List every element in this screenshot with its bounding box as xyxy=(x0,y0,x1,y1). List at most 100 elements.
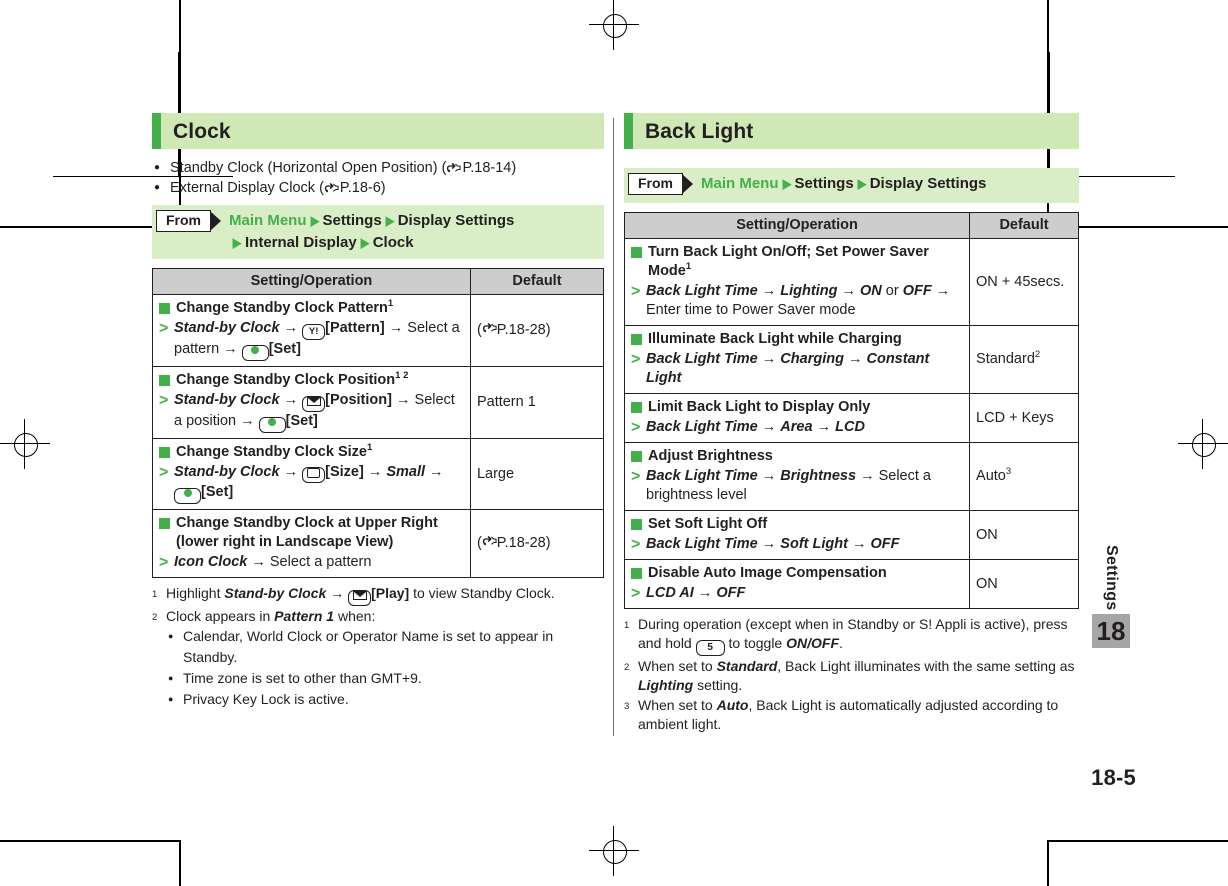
manual-page: Clock Standby Clock (Horizontal Open Pos… xyxy=(0,0,1228,886)
cell-operation: Limit Back Light to Display Only > Back Li… xyxy=(623,393,971,443)
nav-path-segment: Display Settings xyxy=(397,212,515,229)
cell-operation: Change Standby Clock at Upper Right (low… xyxy=(152,509,471,578)
crop-mark-bl-v xyxy=(179,840,181,886)
section-title: Back Light xyxy=(645,119,754,143)
cell-default: ON xyxy=(969,559,1079,609)
nav-path-segment: Settings xyxy=(794,175,854,192)
from-nav-strip-backlight: From Main Menu ▶ Settings ▶ Display Settings xyxy=(624,168,1079,203)
footnote-marker: 2 xyxy=(1034,349,1041,361)
operation-steps: > Icon Clock → Select a pattern xyxy=(159,554,372,571)
nav-path-segment: Display Settings xyxy=(869,175,987,192)
cell-default: Standard2 xyxy=(969,325,1079,394)
registration-mark-top xyxy=(589,0,639,50)
registration-mark-right xyxy=(1178,419,1228,469)
crop-mark-br-v xyxy=(1047,840,1049,886)
right-column: Back Light From Main Menu ▶ Settings ▶ Displ… xyxy=(623,113,1079,735)
crop-mark-bl-h xyxy=(0,840,180,842)
cell-default: Large xyxy=(469,438,605,510)
operation-title: Change Standby Clock Pattern1 xyxy=(158,299,466,318)
operation-steps: > Back Light Time → Area → LCD xyxy=(631,419,865,436)
cell-operation: Disable Auto Image Compensation > LCD AI →… xyxy=(623,559,971,609)
footnote: 1 Highlight Stand-by Clock → [Play] to vi… xyxy=(152,584,604,606)
nav-path-segment: Clock xyxy=(372,234,414,251)
footnote-text: During operation (except when in Standby… xyxy=(638,615,1079,656)
footnote-marker: 3 xyxy=(624,701,630,712)
path-arrow-icon: ▶ xyxy=(232,235,242,250)
step-marker-icon: > xyxy=(631,419,641,436)
cell-operation: Change Standby Clock Size1 > Stand-by Cloc… xyxy=(152,438,471,510)
chapter-name: Settings xyxy=(1103,545,1120,611)
table-header-row: Setting/Operation Default xyxy=(152,268,605,295)
section-title: Clock xyxy=(173,119,231,143)
col-header-default: Default xyxy=(969,212,1079,239)
step-marker-icon: > xyxy=(631,536,641,553)
nav-path-segment: Main Menu xyxy=(701,175,779,192)
reference-hand-icon xyxy=(482,322,497,338)
default-value: Auto3 xyxy=(976,466,1012,484)
cell-operation: Illuminate Back Light while Charging > Bac… xyxy=(623,325,971,394)
default-value: (P.18-28) xyxy=(476,535,551,551)
accent-bar xyxy=(152,113,161,149)
from-nav-strip-clock: From Main Menu ▶ Settings ▶ Display Settings… xyxy=(152,205,604,259)
page-reference: P.18-14 xyxy=(462,160,512,176)
default-value: ON + 45secs. xyxy=(976,273,1065,290)
green-square-icon xyxy=(631,451,642,462)
operation-steps: > Back Light Time → Brightness → Select a… xyxy=(631,468,931,503)
footnote-marker: 3 xyxy=(1005,466,1012,478)
table-row: Illuminate Back Light while Charging > Bac… xyxy=(623,325,1079,394)
default-value: (P.18-28) xyxy=(476,322,551,338)
reference-hand-icon xyxy=(446,160,462,173)
green-square-icon xyxy=(631,334,642,345)
path-arrow-icon: ▶ xyxy=(360,235,369,250)
step-marker-icon: > xyxy=(631,468,641,485)
default-value: Pattern 1 xyxy=(476,394,536,410)
operation-title: Change Standby Clock Position1 2 xyxy=(158,371,466,390)
list-item: Calendar, World Clock or Operator Name i… xyxy=(166,626,604,668)
operation-steps: > Back Light Time → Soft Light → OFF xyxy=(631,536,900,553)
operation-steps: > Stand-by Clock → Y! [Pattern] → Select a… xyxy=(158,319,466,361)
column-divider xyxy=(613,118,614,736)
table-row: Set Soft Light Off > Back Light Time → Sof… xyxy=(623,510,1079,560)
from-label: From xyxy=(156,210,211,232)
operation-steps: > LCD AI → OFF xyxy=(631,585,746,602)
col-header-operation: Setting/Operation xyxy=(623,212,971,239)
table-row: Limit Back Light to Display Only > Back Li… xyxy=(623,393,1079,443)
reference-hand-icon xyxy=(482,535,497,551)
green-square-icon xyxy=(159,447,170,458)
table-row: Adjust Brightness > Back Light Time → Brig… xyxy=(623,442,1079,511)
from-path-backlight: Main Menu ▶ Settings ▶ Display Settings xyxy=(701,172,986,195)
step-marker-icon: > xyxy=(159,392,169,409)
footnote-marker: 1 xyxy=(387,298,394,310)
footnote-text: When set to Standard, Back Light illumin… xyxy=(638,658,1075,693)
registration-mark-left xyxy=(0,419,50,469)
reference-hand-icon xyxy=(324,180,339,193)
default-value: Standard2 xyxy=(976,349,1041,367)
step-marker-icon: > xyxy=(631,585,641,602)
step-marker-icon: > xyxy=(159,464,169,481)
operation-title: Set Soft Light Off xyxy=(630,515,965,534)
cell-default: Pattern 1 xyxy=(469,366,605,439)
col-header-default: Default xyxy=(469,268,605,295)
operation-title: Change Standby Clock Size1 xyxy=(158,443,466,462)
cell-operation: Set Soft Light Off > Back Light Time → Sof… xyxy=(623,510,971,560)
clock-footnotes: 1 Highlight Stand-by Clock → [Play] to vi… xyxy=(152,584,604,710)
from-arrow-icon xyxy=(682,174,693,194)
green-square-icon xyxy=(631,568,642,579)
green-square-icon xyxy=(159,518,170,529)
table-row: Disable Auto Image Compensation > LCD AI →… xyxy=(623,559,1079,609)
registration-mark-bottom xyxy=(589,826,639,876)
operation-title: Adjust Brightness xyxy=(630,447,965,466)
operation-title: Disable Auto Image Compensation xyxy=(630,564,965,583)
footnote-marker: 2 xyxy=(152,612,158,623)
footnote: 3 When set to Auto, Back Light is automat… xyxy=(624,696,1079,734)
operation-steps: > Back Light Time → Lighting → ON or OFF … xyxy=(631,283,951,318)
step-marker-icon: > xyxy=(159,320,169,337)
green-square-icon xyxy=(159,303,170,314)
operation-title: Turn Back Light On/Off; Set Power Saver … xyxy=(630,243,965,281)
step-marker-icon: > xyxy=(631,283,641,300)
operation-title: Illuminate Back Light while Charging xyxy=(630,330,965,349)
chapter-number: 18 xyxy=(1092,613,1130,648)
footnote-marker: 1 xyxy=(366,442,373,454)
footnote-marker: 1 xyxy=(685,261,692,273)
list-item: Privacy Key Lock is active. xyxy=(166,689,604,710)
